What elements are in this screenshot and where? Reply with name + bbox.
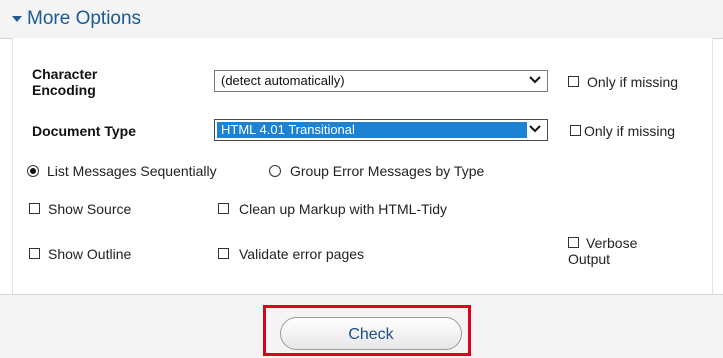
show-outline-checkbox[interactable] [29,248,40,259]
doctype-only-if-missing-label[interactable]: Only if missing [584,123,675,139]
character-encoding-select[interactable]: (detect automatically) [214,70,548,92]
encoding-only-if-missing-label[interactable]: Only if missing [587,74,678,90]
verbose-output-label-line1: Verbose [586,235,638,251]
show-outline-label[interactable]: Show Outline [48,246,131,262]
check-button[interactable]: Check [280,317,462,350]
show-source-label[interactable]: Show Source [48,201,131,217]
document-type-label: Document Type [32,123,136,139]
list-sequentially-radio[interactable] [27,165,39,177]
clean-up-markup-checkbox[interactable] [218,203,229,214]
verbose-output-label[interactable]: Verbose Output [568,235,637,267]
document-type-select[interactable]: HTML 4.01 Transitional [214,119,548,141]
list-sequentially-label[interactable]: List Messages Sequentially [47,163,217,179]
encoding-only-if-missing-checkbox[interactable] [568,76,579,87]
chevron-down-icon [529,76,541,84]
caret-down-icon[interactable] [12,16,22,22]
clean-up-markup-label[interactable]: Clean up Markup with HTML-Tidy [239,201,447,217]
show-source-checkbox[interactable] [29,203,40,214]
validate-error-pages-label[interactable]: Validate error pages [239,246,364,262]
chevron-down-icon [529,125,541,133]
more-options-header[interactable]: More Options [0,0,723,39]
character-encoding-value: (detect automatically) [221,73,345,88]
document-type-value: HTML 4.01 Transitional [217,122,527,138]
options-panel: Character Encoding (detect automatically… [12,38,713,294]
group-by-type-label[interactable]: Group Error Messages by Type [290,163,484,179]
verbose-output-label-line2: Output [568,251,611,267]
character-encoding-label-line2: Encoding [32,82,96,98]
group-by-type-radio[interactable] [269,165,281,177]
character-encoding-label-line1: Character [32,66,98,82]
validate-error-pages-checkbox[interactable] [218,248,229,259]
character-encoding-label: Character Encoding [32,66,97,98]
more-options-title[interactable]: More Options [27,8,141,30]
doctype-only-if-missing-checkbox[interactable] [570,125,581,136]
